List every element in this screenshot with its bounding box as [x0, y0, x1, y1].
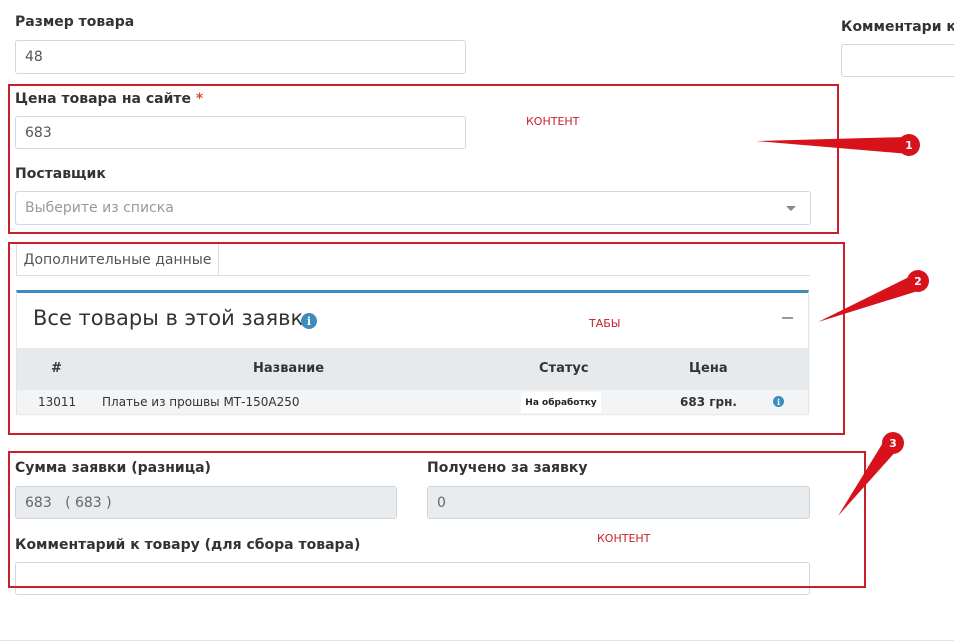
- arrow-1: [756, 137, 909, 154]
- arrow-2: [818, 275, 921, 322]
- annotation-arrows: [756, 137, 921, 516]
- marker-1: 1: [898, 134, 920, 156]
- marker-2: 2: [907, 270, 929, 292]
- marker-3: 3: [882, 432, 904, 454]
